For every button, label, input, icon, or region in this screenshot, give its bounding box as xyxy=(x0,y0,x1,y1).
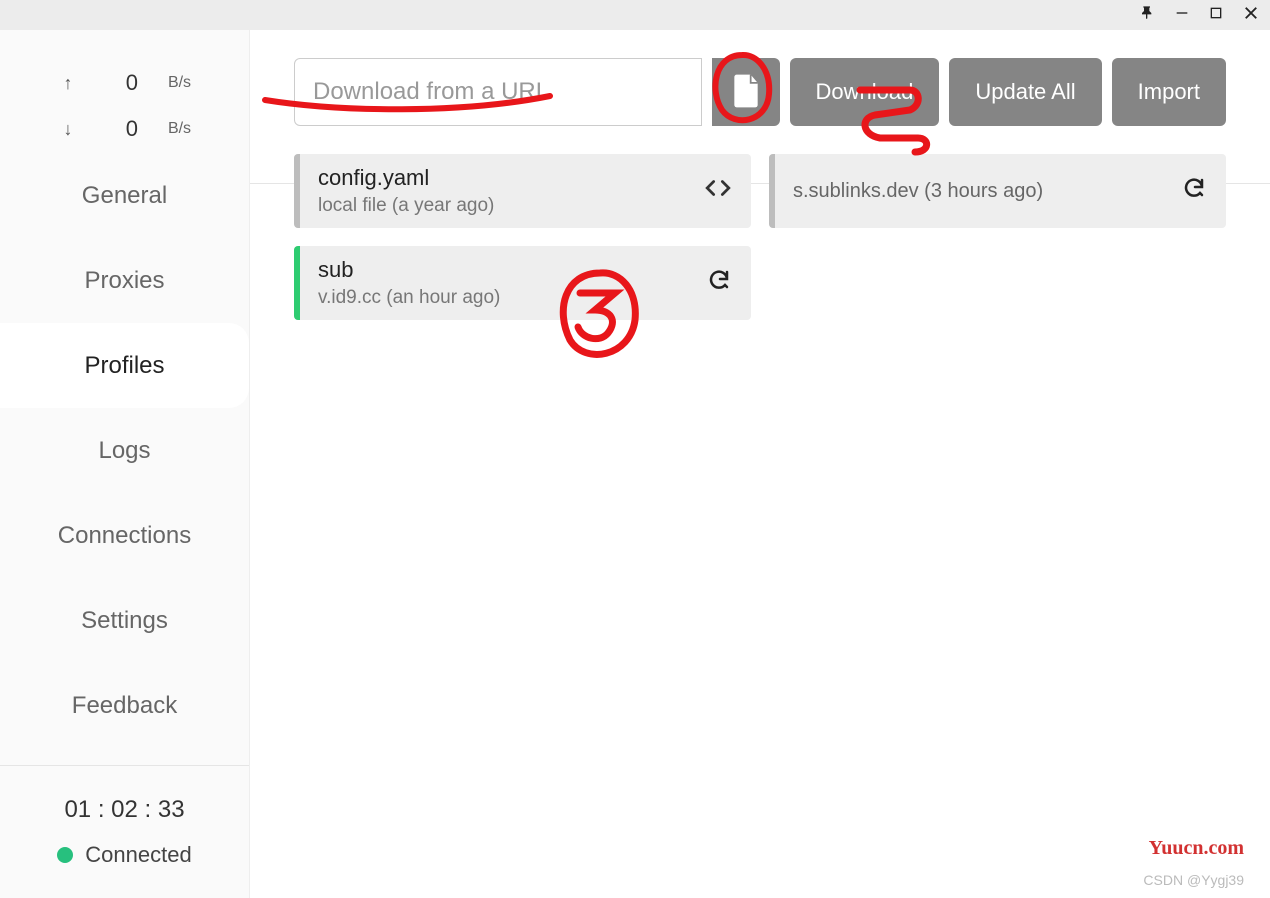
nav: General Proxies Profiles Logs Connection… xyxy=(0,153,249,765)
nav-settings[interactable]: Settings xyxy=(0,578,249,663)
url-input[interactable] xyxy=(294,58,702,126)
profile-meta: local file (a year ago) xyxy=(318,195,705,217)
profile-accent xyxy=(294,246,300,320)
pin-icon[interactable] xyxy=(1140,5,1156,26)
download-value: 0 xyxy=(108,116,138,142)
status-dot-icon xyxy=(57,847,73,863)
profile-meta: v.id9.cc (an hour ago) xyxy=(318,287,707,309)
profile-card[interactable]: config.yaml local file (a year ago) xyxy=(294,154,751,228)
sidebar: ↑ 0 B/s ↓ 0 B/s General Proxies Profiles… xyxy=(0,30,250,898)
profile-title: s.sublinks.dev (3 hours ago) xyxy=(793,180,1182,203)
upload-unit: B/s xyxy=(168,74,191,92)
import-button[interactable]: Import xyxy=(1112,58,1226,126)
download-arrow-icon: ↓ xyxy=(58,119,78,140)
profile-accent xyxy=(769,154,775,228)
maximize-icon[interactable] xyxy=(1208,5,1224,26)
uptime: 01 : 02 : 33 xyxy=(0,796,249,824)
download-row: ↓ 0 B/s xyxy=(0,106,249,152)
nav-proxies[interactable]: Proxies xyxy=(0,238,249,323)
refresh-icon[interactable] xyxy=(707,268,731,298)
status-label: Connected xyxy=(85,842,191,868)
watermark-brand: Yuucn.com xyxy=(1149,837,1244,860)
traffic-panel: ↑ 0 B/s ↓ 0 B/s xyxy=(0,30,249,153)
main-content: Download Update All Import config.yaml l… xyxy=(250,30,1270,898)
nav-profiles[interactable]: Profiles xyxy=(0,323,249,408)
minimize-icon[interactable] xyxy=(1174,5,1190,26)
nav-logs[interactable]: Logs xyxy=(0,408,249,493)
download-button[interactable]: Download xyxy=(790,58,940,126)
upload-value: 0 xyxy=(108,70,138,96)
profiles-grid: config.yaml local file (a year ago) s.su… xyxy=(294,154,1226,320)
file-icon xyxy=(732,74,760,111)
nav-connections[interactable]: Connections xyxy=(0,493,249,578)
profile-title: sub xyxy=(318,257,707,283)
open-file-button[interactable] xyxy=(712,58,780,126)
close-icon[interactable] xyxy=(1242,4,1260,27)
nav-general[interactable]: General xyxy=(0,153,249,238)
upload-row: ↑ 0 B/s xyxy=(0,60,249,106)
refresh-icon[interactable] xyxy=(1182,176,1206,206)
connection-status: Connected xyxy=(0,842,249,868)
profile-title: config.yaml xyxy=(318,165,705,191)
profile-card[interactable]: s.sublinks.dev (3 hours ago) xyxy=(769,154,1226,228)
titlebar xyxy=(0,0,1270,30)
nav-feedback[interactable]: Feedback xyxy=(0,663,249,748)
download-unit: B/s xyxy=(168,120,191,138)
update-all-button[interactable]: Update All xyxy=(949,58,1101,126)
profile-card[interactable]: sub v.id9.cc (an hour ago) xyxy=(294,246,751,320)
code-icon[interactable] xyxy=(705,177,731,205)
profiles-topbar: Download Update All Import xyxy=(294,58,1226,126)
sidebar-footer: 01 : 02 : 33 Connected xyxy=(0,765,249,898)
watermark-csdn: CSDN @Yygj39 xyxy=(1143,872,1244,888)
profile-accent xyxy=(294,154,300,228)
upload-arrow-icon: ↑ xyxy=(58,73,78,94)
